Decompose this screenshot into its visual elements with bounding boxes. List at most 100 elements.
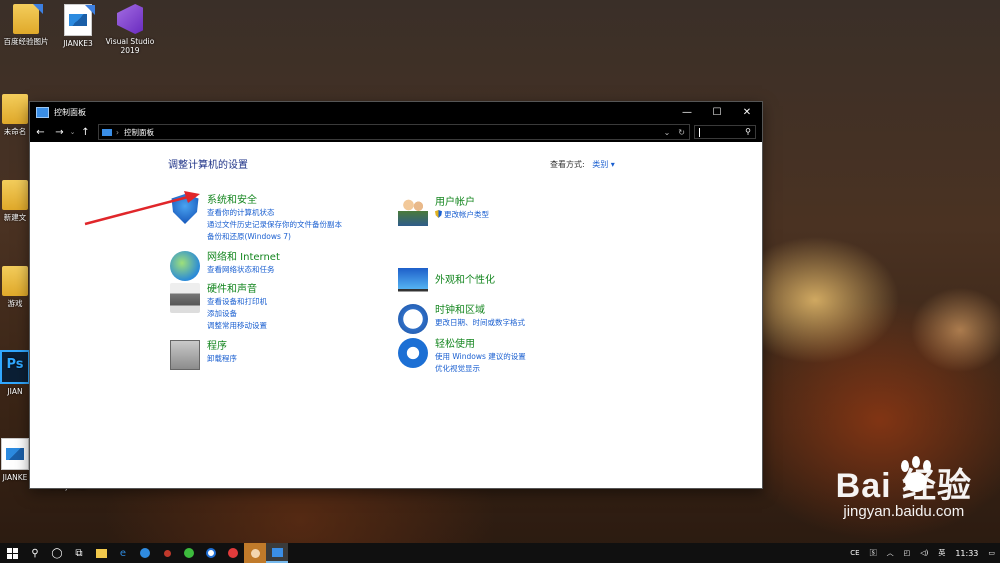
category-link[interactable]: 优化视觉显示 <box>435 363 526 375</box>
category-link[interactable]: 查看设备和打印机 <box>207 296 267 308</box>
show-hidden-icons-chevron-icon[interactable]: ︿ <box>887 548 894 558</box>
system-tray: CE 🅂 ︿ ◰ ◁) 英 11:33 ▭ <box>845 548 1000 558</box>
view-by: 查看方式: 类别 ▾ <box>550 159 615 170</box>
desktop-icon-1[interactable]: JIANKE3 <box>52 4 104 48</box>
start-icon[interactable] <box>0 543 24 563</box>
users-icon[interactable] <box>398 196 428 226</box>
control-panel-taskbar-icon[interactable] <box>266 543 288 563</box>
control-panel-icon <box>102 128 112 136</box>
task-view-icon[interactable]: ⧉ <box>68 543 90 563</box>
category-link[interactable]: 备份和还原(Windows 7) <box>207 231 342 243</box>
taskbar: ⚲ ◯ ⧉ e CE 🅂 ︿ ◰ ◁) 英 11:33 ▭ <box>0 543 1000 563</box>
category-link[interactable]: 更改帐户类型 <box>435 209 489 221</box>
window-title: 控制面板 <box>54 107 86 117</box>
watermark-url: jingyan.baidu.com <box>843 503 965 520</box>
printer-icon[interactable] <box>170 283 200 313</box>
edge-icon[interactable]: e <box>112 543 134 563</box>
close-button[interactable]: ✕ <box>732 107 762 118</box>
search-input[interactable]: ⚲ <box>694 125 756 139</box>
category-title[interactable]: 时钟和区域 <box>435 304 525 317</box>
desktop-icon-label: 游戏 <box>7 299 23 308</box>
desktop-icon-label: 百度经验图片 <box>3 37 49 46</box>
text-caret <box>699 128 700 137</box>
programs-icon[interactable] <box>170 340 200 370</box>
view-mode-dropdown[interactable]: 类别 ▾ <box>592 160 615 169</box>
file-explorer-icon[interactable] <box>90 543 112 563</box>
back-arrow-icon[interactable]: ← <box>34 127 47 138</box>
control-panel-window: 控制面板 — ☐ ✕ ← → ⌄ ↑ › 控制面板 ⌄ ↻ ⚲ 调整计算机的设置… <box>30 102 762 488</box>
netease-icon[interactable] <box>222 543 244 563</box>
ease-of-access-icon[interactable] <box>398 338 428 368</box>
title-bar[interactable]: 控制面板 — ☐ ✕ <box>30 102 762 122</box>
category-ease-of-access: 轻松使用 使用 Windows 建议的设置 优化视觉显示 <box>398 338 526 375</box>
category-link[interactable]: 更改日期、时间或数字格式 <box>435 317 525 329</box>
category-link[interactable]: 使用 Windows 建议的设置 <box>435 351 526 363</box>
category-title[interactable]: 程序 <box>207 340 237 353</box>
clock-icon[interactable] <box>398 304 428 334</box>
breadcrumb[interactable]: 控制面板 <box>124 127 660 138</box>
desktop-icon-3[interactable]: 未命名 <box>0 94 30 136</box>
app-red-icon[interactable] <box>156 543 178 563</box>
desktop-icon-label: JIANKE <box>2 473 28 482</box>
category-title[interactable]: 系统和安全 <box>207 194 342 207</box>
desktop-icon-0[interactable]: 百度经验图片 <box>0 4 52 46</box>
network-globe-icon[interactable] <box>170 251 200 281</box>
minimize-button[interactable]: — <box>672 107 702 118</box>
volume-icon[interactable]: ◁) <box>920 549 928 557</box>
category-link[interactable]: 添加设备 <box>207 308 267 320</box>
breadcrumb-separator-icon: › <box>116 127 119 137</box>
watermark-brand: Bai 经验 <box>835 467 972 505</box>
address-bar-row: ← → ⌄ ↑ › 控制面板 ⌄ ↻ ⚲ <box>30 122 762 142</box>
shield-icon[interactable] <box>171 194 199 224</box>
desktop-icon-6[interactable]: Ps JIAN <box>0 350 30 396</box>
forward-arrow-icon[interactable]: → <box>53 127 66 138</box>
category-clock-region: 时钟和区域 更改日期、时间或数字格式 <box>398 304 525 334</box>
photoshop-icon: Ps <box>0 350 30 384</box>
category-title[interactable]: 轻松使用 <box>435 338 526 351</box>
cortana-icon[interactable]: ◯ <box>46 543 68 563</box>
recent-locations-chevron-icon[interactable]: ⌄ <box>66 128 79 136</box>
category-system-security: 系统和安全 查看你的计算机状态 通过文件历史记录保存你的文件备份副本 备份和还原… <box>170 194 342 242</box>
desktop-icon-label: JIAN <box>7 387 23 396</box>
category-link[interactable]: 通过文件历史记录保存你的文件备份副本 <box>207 219 342 231</box>
folder-icon <box>2 180 28 210</box>
category-title[interactable]: 用户帐户 <box>435 196 489 209</box>
category-title[interactable]: 硬件和声音 <box>207 283 267 296</box>
address-input[interactable]: › 控制面板 ⌄ ↻ <box>98 124 690 140</box>
ime-indicator[interactable]: CE <box>850 549 859 557</box>
view-by-label: 查看方式: <box>550 160 585 169</box>
category-link[interactable]: 查看你的计算机状态 <box>207 207 342 219</box>
category-link[interactable]: 卸载程序 <box>207 353 237 365</box>
up-arrow-icon[interactable]: ↑ <box>79 127 92 138</box>
search-icon[interactable]: ⚲ <box>24 543 46 563</box>
folder-icon <box>2 266 28 296</box>
search-icon[interactable]: ⚲ <box>745 127 751 136</box>
category-hardware-sound: 硬件和声音 查看设备和打印机 添加设备 调整常用移动设置 <box>170 283 267 331</box>
clock-time[interactable]: 11:33 <box>955 549 978 558</box>
desktop-icon-4[interactable]: 新建文 <box>0 180 30 222</box>
category-link[interactable]: 查看网络状态和任务 <box>207 264 280 276</box>
maximize-button[interactable]: ☐ <box>702 107 732 118</box>
avatar-app-icon[interactable] <box>244 543 266 563</box>
category-link[interactable]: 调整常用移动设置 <box>207 320 267 332</box>
category-title[interactable]: 外观和个性化 <box>435 274 495 287</box>
page-title: 调整计算机的设置 <box>168 160 248 171</box>
wechat-icon[interactable] <box>178 543 200 563</box>
control-panel-content: 调整计算机的设置 查看方式: 类别 ▾ 系统和安全 查看你的计算机状态 通过文件… <box>30 142 762 488</box>
desktop-icon-5[interactable]: 游戏 <box>0 266 30 308</box>
desktop-icon-label: 未命名 <box>3 127 27 136</box>
ime-mode-icon[interactable]: 🅂 <box>870 548 877 558</box>
network-icon[interactable]: ◰ <box>904 549 911 557</box>
appearance-icon[interactable] <box>398 268 428 298</box>
app-blue-icon[interactable] <box>134 543 156 563</box>
address-dropdown-icon[interactable]: ⌄ <box>664 128 671 137</box>
desktop-icon-7[interactable]: JIANKE <box>0 438 30 482</box>
notification-icon[interactable]: ▭ <box>988 549 995 557</box>
uac-shield-icon <box>435 210 442 218</box>
app-q-icon[interactable] <box>200 543 222 563</box>
category-title[interactable]: 网络和 Internet <box>207 251 280 264</box>
ime-language-icon[interactable]: 英 <box>938 548 945 558</box>
desktop-icon-2[interactable]: Visual Studio 2019 <box>104 4 156 55</box>
folder-icon <box>2 94 28 124</box>
refresh-icon[interactable]: ↻ <box>678 128 685 137</box>
